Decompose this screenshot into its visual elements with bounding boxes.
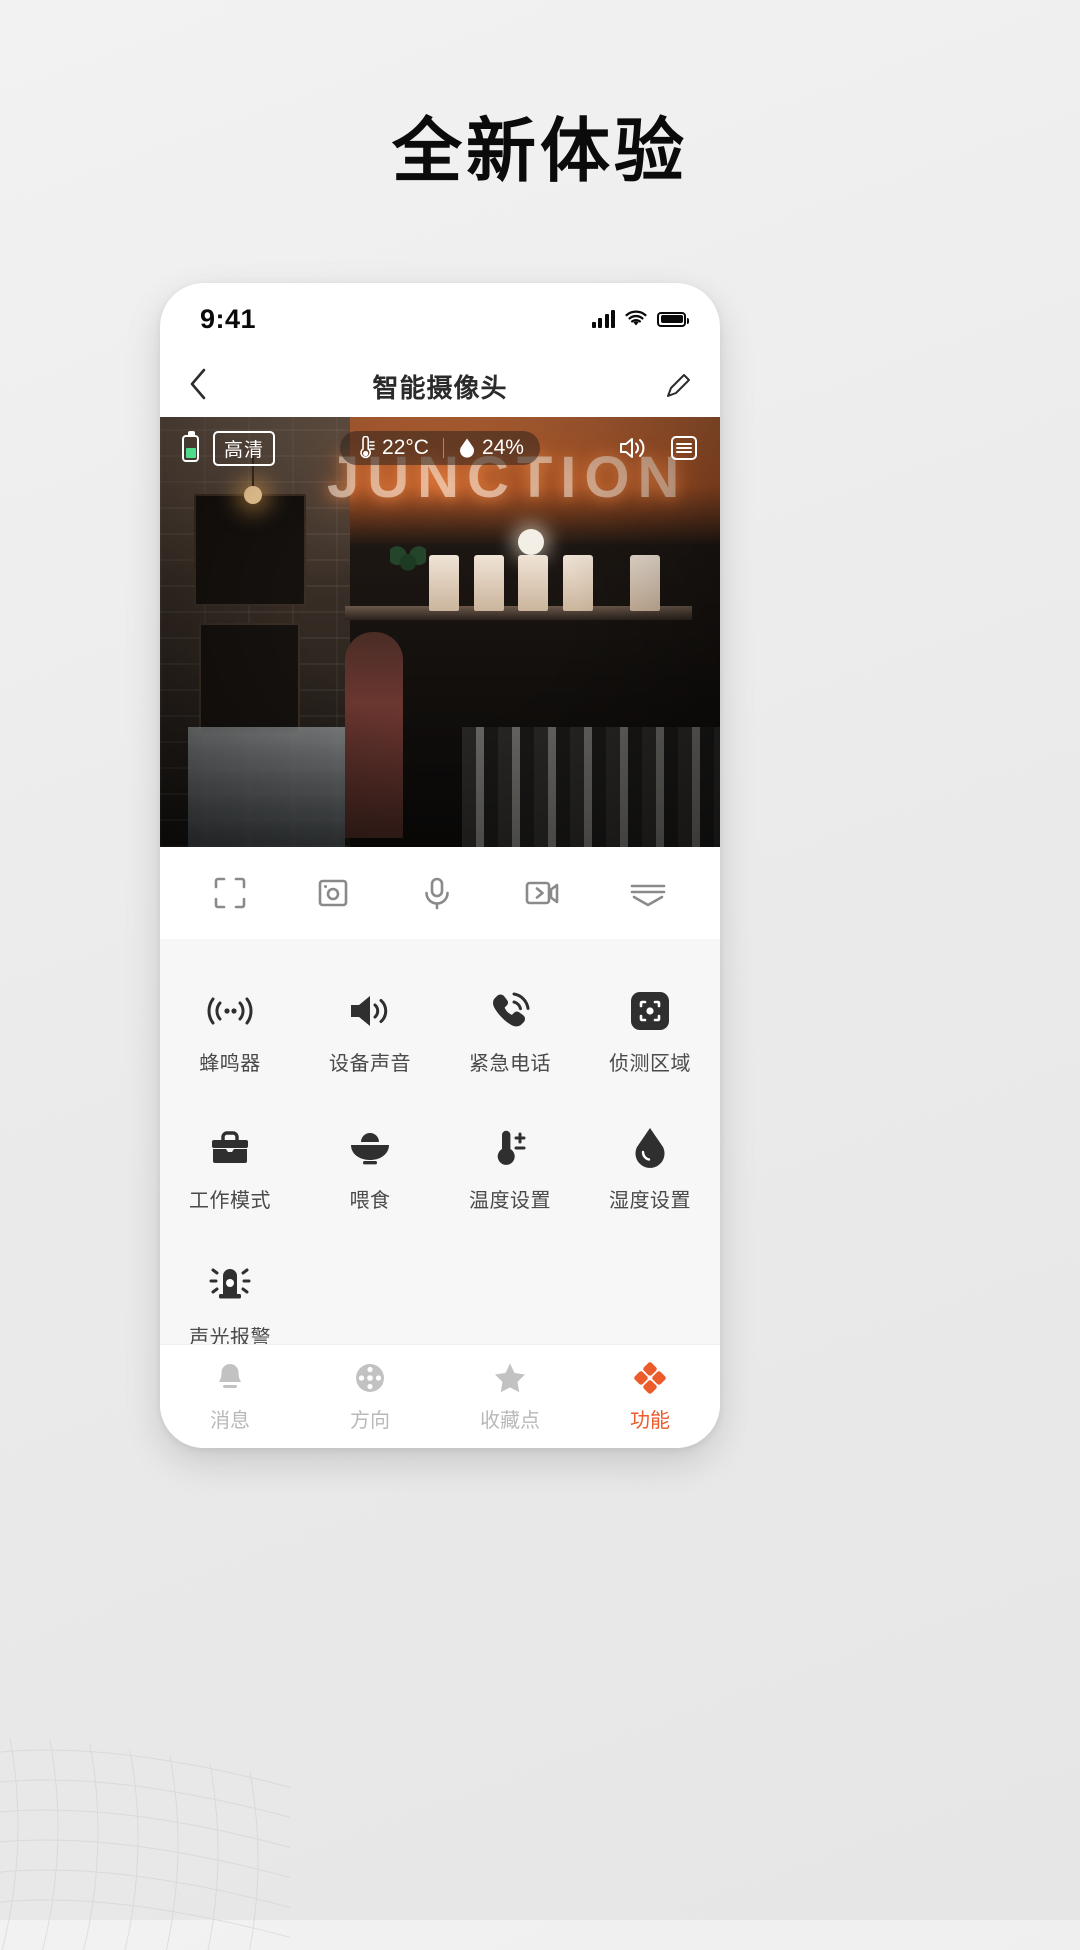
record-button[interactable] xyxy=(522,874,562,912)
function-label: 喂食 xyxy=(349,1190,391,1212)
function-label: 温度设置 xyxy=(469,1190,551,1212)
battery-icon xyxy=(657,311,689,327)
video-record-icon xyxy=(525,881,558,905)
function-label: 设备声音 xyxy=(329,1053,411,1075)
pencil-edit-icon xyxy=(667,374,690,397)
function-item-work-mode[interactable]: 工作模式 xyxy=(160,1102,300,1239)
toolbox-icon xyxy=(208,1126,252,1170)
speaker-loud-icon xyxy=(347,989,393,1033)
function-label: 湿度设置 xyxy=(609,1190,691,1212)
battery-level-icon xyxy=(182,430,199,462)
tab-label: 消息 xyxy=(210,1409,250,1432)
tab-direction[interactable]: 方向 xyxy=(300,1361,440,1433)
edit-button[interactable] xyxy=(664,372,692,400)
tab-label: 收藏点 xyxy=(480,1409,540,1432)
video-overlay-bar: 高清 22°C 24% xyxy=(160,417,720,479)
tab-functions[interactable]: 功能 xyxy=(580,1361,720,1433)
water-drop-icon xyxy=(459,438,474,458)
fullscreen-button[interactable] xyxy=(211,874,249,912)
microphone-button[interactable] xyxy=(418,874,456,912)
function-item-buzzer[interactable]: 蜂鸣器 xyxy=(160,965,300,1102)
function-panel: 蜂鸣器 设备声音 紧急电话 侦测区域 工作模式 喂食 温度设置 湿度设置 声光报… xyxy=(160,939,720,1344)
snapshot-button[interactable] xyxy=(314,874,352,912)
wifi-icon xyxy=(625,310,647,326)
bell-icon xyxy=(213,1361,247,1395)
header-title: 智能摄像头 xyxy=(372,372,508,403)
quality-badge[interactable]: 高清 xyxy=(213,430,276,466)
function-grid: 蜂鸣器 设备声音 紧急电话 侦测区域 工作模式 喂食 温度设置 湿度设置 声光报… xyxy=(160,965,720,1344)
star-icon xyxy=(492,1361,528,1395)
camera-live-view[interactable]: JUNCTION 高清 xyxy=(160,417,720,847)
cellular-signal-icon xyxy=(591,310,615,328)
function-item-emergency-call[interactable]: 紧急电话 xyxy=(440,965,580,1102)
phone-mockup: 9:41 智能摄像头 高清 22°C 24% 蜂鸣器 设备声音 紧急电话 侦测区… xyxy=(160,283,720,1448)
function-label: 声光报警 xyxy=(189,1327,271,1344)
more-button[interactable] xyxy=(627,874,669,912)
detection-area-icon xyxy=(629,989,671,1033)
siren-alarm-icon xyxy=(207,1263,253,1307)
tab-favorites[interactable]: 收藏点 xyxy=(440,1361,580,1433)
diamond-grid-icon xyxy=(633,1361,667,1395)
humidity-drop-icon xyxy=(631,1126,669,1170)
collapse-chevrons-icon xyxy=(630,884,666,907)
temperature-value: 22°C xyxy=(382,436,429,459)
speaker-volume-icon[interactable] xyxy=(618,435,648,461)
function-item-humidity-setting[interactable]: 湿度设置 xyxy=(580,1102,720,1239)
status-bar: 9:41 xyxy=(160,283,720,355)
list-lines-icon[interactable] xyxy=(670,435,698,461)
microphone-icon xyxy=(425,877,449,910)
buzzer-waves-icon xyxy=(207,989,253,1033)
function-label: 侦测区域 xyxy=(609,1053,691,1075)
fullscreen-icon xyxy=(214,877,246,909)
camera-video-frame: JUNCTION xyxy=(160,417,720,847)
bottom-tab-bar: 消息 方向 收藏点 功能 xyxy=(160,1344,720,1448)
function-item-detection-area[interactable]: 侦测区域 xyxy=(580,965,720,1102)
function-label: 工作模式 xyxy=(189,1190,271,1212)
function-item-feeding[interactable]: 喂食 xyxy=(300,1102,440,1239)
snapshot-camera-icon xyxy=(319,879,348,907)
function-item-device-sound[interactable]: 设备声音 xyxy=(300,965,440,1102)
function-item-temperature-setting[interactable]: 温度设置 xyxy=(440,1102,580,1239)
function-label: 蜂鸣器 xyxy=(199,1053,261,1075)
tab-label: 功能 xyxy=(630,1409,670,1432)
phone-ringing-icon xyxy=(488,989,532,1033)
tab-messages[interactable]: 消息 xyxy=(160,1361,300,1433)
environment-readout: 22°C 24% xyxy=(340,431,540,465)
thermometer-icon xyxy=(360,436,375,459)
video-control-bar xyxy=(160,847,720,939)
humidity-value: 24% xyxy=(481,436,524,459)
app-header: 智能摄像头 xyxy=(160,355,720,417)
tab-label: 方向 xyxy=(350,1409,390,1432)
thermometer-plus-minus-icon xyxy=(488,1126,532,1170)
function-label: 紧急电话 xyxy=(469,1053,551,1075)
dpad-icon xyxy=(353,1361,387,1395)
decorative-mesh-graphic xyxy=(0,1737,290,1950)
status-bar-time: 9:41 xyxy=(200,303,257,334)
function-item-siren-alarm[interactable]: 声光报警 xyxy=(160,1239,300,1344)
page-title: 全新体验 xyxy=(392,112,688,190)
food-bowl-icon xyxy=(347,1126,393,1170)
